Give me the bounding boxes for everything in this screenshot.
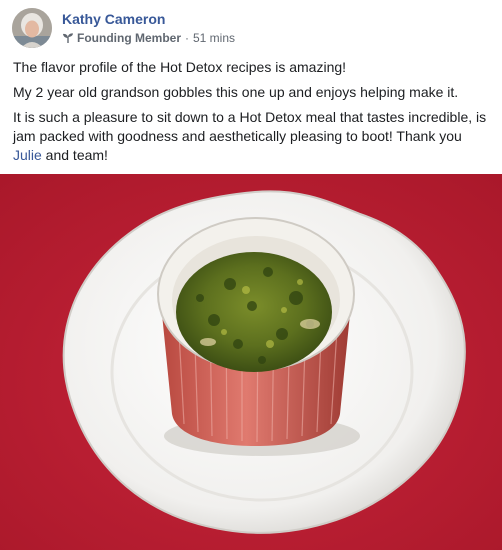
post-paragraph: The flavor profile of the Hot Detox reci… (13, 59, 347, 75)
mention-link[interactable]: Julie (13, 147, 42, 163)
paragraph-text: It is such a pleasure to sit down to a H… (13, 109, 487, 144)
meta-separator: · (185, 31, 189, 45)
post-timestamp[interactable]: 51 mins (193, 31, 235, 45)
feed-post: Kathy Cameron Founding Member · 51 mins … (0, 0, 502, 550)
post-photo[interactable] (0, 174, 502, 550)
post-paragraph: It is such a pleasure to sit down to a H… (13, 108, 493, 165)
author-avatar[interactable] (12, 8, 52, 48)
post-body: The flavor profile of the Hot Detox reci… (13, 58, 493, 171)
paragraph-text: and team! (41, 147, 108, 163)
member-role: Founding Member (77, 31, 181, 45)
post-paragraph: My 2 year old grandson gobbles this one … (13, 84, 459, 100)
post-meta: Founding Member · 51 mins (62, 31, 235, 45)
author-name[interactable]: Kathy Cameron (62, 11, 165, 27)
sprout-icon (62, 32, 74, 44)
